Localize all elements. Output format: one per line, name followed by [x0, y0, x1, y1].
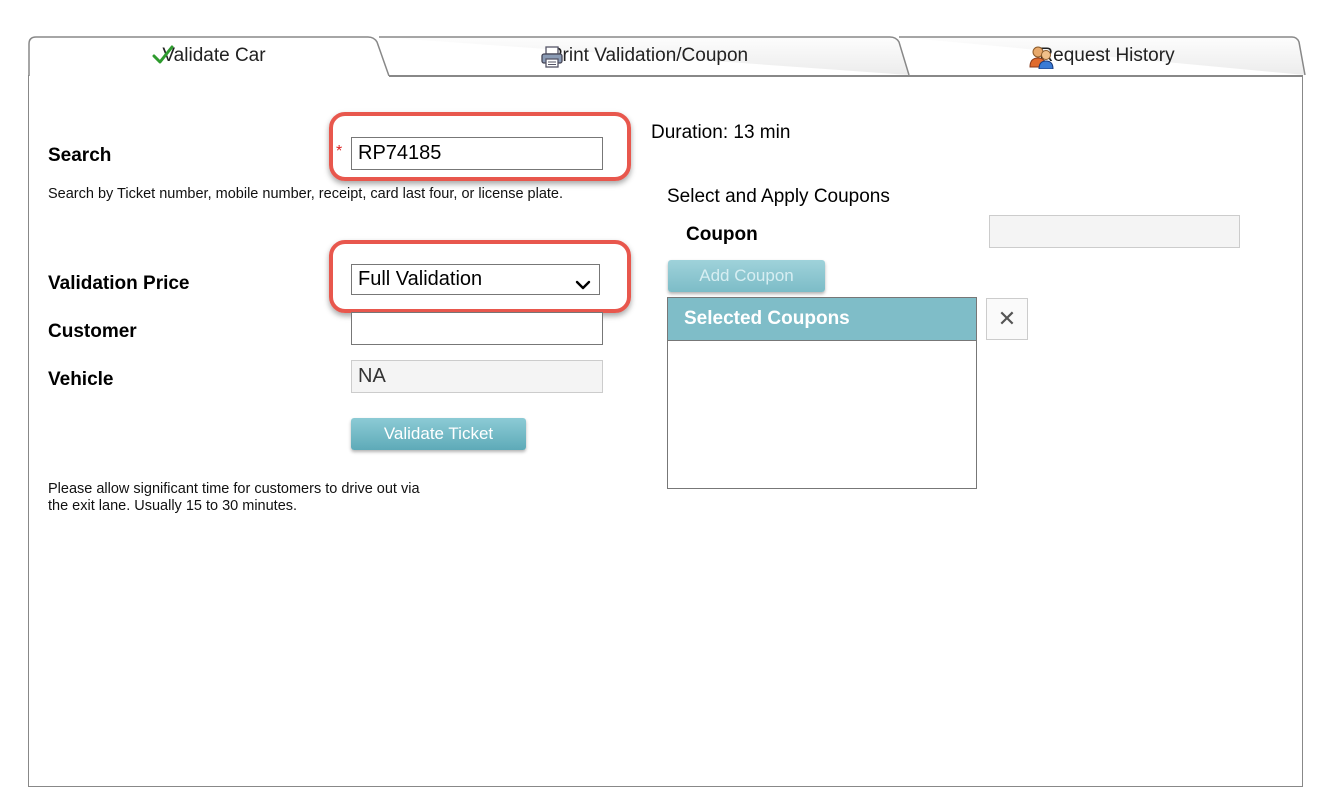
coupon-input[interactable]	[989, 215, 1240, 248]
customer-label: Customer	[48, 321, 137, 342]
tab-label: Request History	[1039, 45, 1175, 66]
add-coupon-button[interactable]: Add Coupon	[668, 260, 825, 292]
selected-coupons-header: Selected Coupons	[668, 298, 976, 341]
tab-label: Print Validation/Coupon	[549, 45, 749, 66]
chevron-down-icon	[575, 272, 591, 300]
selected-coupons-list: Selected Coupons	[667, 297, 977, 489]
vehicle-label: Vehicle	[48, 369, 114, 390]
search-help-text: Search by Ticket number, mobile number, …	[48, 186, 564, 202]
selected-option: Full Validation	[358, 268, 483, 290]
note-line-2: the exit lane. Usually 15 to 30 minutes.	[48, 498, 298, 514]
tab-validate-car[interactable]: Validate Car	[28, 36, 390, 76]
search-input[interactable]	[351, 137, 603, 170]
tab-panel	[28, 75, 1303, 787]
coupon-label: Coupon	[686, 224, 758, 245]
tab-print-validation[interactable]: Print Validation/Coupon	[378, 36, 910, 76]
vehicle-field: NA	[351, 360, 603, 393]
search-label: Search	[48, 145, 112, 166]
validation-price-select[interactable]: Full Validation	[351, 264, 600, 295]
duration-text: Duration: 13 min	[651, 122, 791, 143]
close-icon[interactable]: ✕	[986, 298, 1028, 340]
tab-label: Validate Car	[162, 45, 266, 66]
validate-ticket-button[interactable]: Validate Ticket	[351, 418, 526, 450]
note-line-1: Please allow significant time for custom…	[48, 481, 420, 497]
validation-price-label: Validation Price	[48, 273, 190, 294]
tab-request-history[interactable]: Request History	[898, 36, 1306, 76]
coupons-section-title: Select and Apply Coupons	[667, 186, 890, 207]
required-marker: *	[336, 143, 343, 160]
customer-input[interactable]	[351, 312, 603, 345]
panel-top-border	[389, 75, 1303, 77]
